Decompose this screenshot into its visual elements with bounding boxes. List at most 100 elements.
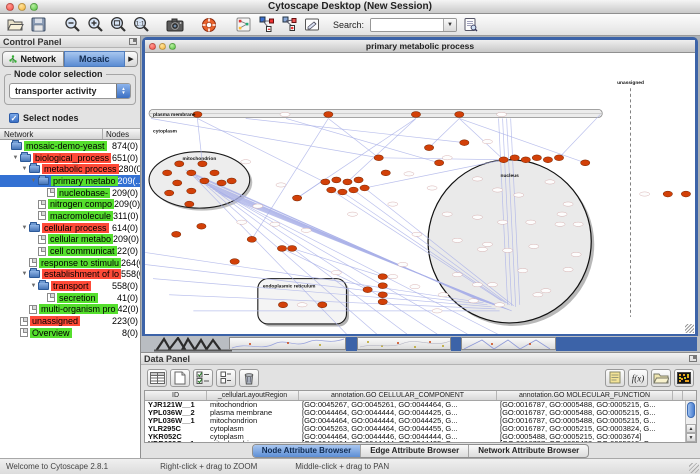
graph-node[interactable] [363, 287, 372, 293]
graph-node-small[interactable] [432, 309, 442, 313]
graph-node-small[interactable] [518, 268, 528, 272]
expand-arrow-icon[interactable]: ▼ [20, 225, 29, 231]
graph-node-small[interactable] [526, 220, 536, 224]
column-header[interactable]: _cellularLayoutRegion [207, 391, 299, 400]
graph-node[interactable] [581, 160, 590, 166]
graph-node-small[interactable] [253, 204, 263, 208]
expand-arrow-icon[interactable]: ▼ [11, 155, 20, 161]
graph-node[interactable] [424, 145, 433, 151]
tree-item[interactable]: nitrogen compo209(0) [0, 198, 140, 210]
graph-node-small[interactable] [237, 220, 247, 224]
graph-node-small[interactable] [280, 112, 290, 116]
float-panel-icon[interactable] [129, 38, 137, 45]
graph-node[interactable] [349, 187, 358, 193]
graph-node-small[interactable] [493, 188, 503, 192]
column-header[interactable]: annotation.GO CELLULAR_COMPONENT [299, 391, 497, 400]
graph-node[interactable] [338, 189, 347, 195]
graph-node-small[interactable] [398, 262, 408, 266]
graph-node-small[interactable] [503, 248, 513, 252]
network-window-titlebar[interactable]: primary metabolic process [145, 40, 695, 53]
graph-node[interactable] [173, 180, 182, 186]
tree-item[interactable]: cell communicat22(0) [0, 245, 140, 257]
graph-node-small[interactable] [452, 272, 462, 276]
graph-node-small[interactable] [573, 222, 583, 226]
scrollbar-thumb[interactable] [687, 402, 695, 418]
graph-node-small[interactable] [498, 220, 508, 224]
graph-node[interactable] [324, 112, 333, 118]
search-input[interactable] [371, 19, 443, 31]
graph-node[interactable] [292, 195, 301, 201]
tree-item[interactable]: ▼transport558(0) [0, 280, 140, 292]
graph-node[interactable] [460, 140, 469, 146]
graph-node[interactable] [378, 274, 387, 280]
node-color-dropdown[interactable]: transporter activity ▲▼ [9, 83, 131, 99]
save-icon[interactable] [28, 16, 48, 34]
graph-node[interactable] [165, 190, 174, 196]
tree-item[interactable]: cellular metabo209(0) [0, 234, 140, 246]
background-window-edge[interactable] [451, 337, 461, 351]
graph-node[interactable] [332, 177, 341, 183]
graph-node-small[interactable] [472, 283, 482, 287]
graph-node-small[interactable] [331, 270, 341, 274]
tree-item[interactable]: unassigned223(0) [0, 315, 140, 327]
graph-node-small[interactable] [482, 140, 492, 144]
tree-item[interactable]: Overview8(0) [0, 327, 140, 339]
graph-node-small[interactable] [347, 212, 357, 216]
graph-node-small[interactable] [388, 275, 398, 279]
graph-node[interactable] [197, 223, 206, 229]
expand-arrow-icon[interactable]: ▼ [20, 166, 29, 172]
column-header[interactable]: ID [145, 391, 207, 400]
graph-node-small[interactable] [563, 202, 573, 206]
annotation-icon[interactable] [302, 16, 322, 34]
graph-node[interactable] [532, 155, 541, 161]
graph-node[interactable] [554, 155, 563, 161]
graph-node[interactable] [499, 157, 508, 163]
function-builder-icon[interactable]: f(x) [628, 369, 648, 387]
graph-node[interactable] [378, 292, 387, 298]
graph-node-small[interactable] [276, 183, 286, 187]
import-file-icon[interactable] [651, 369, 671, 387]
background-window-thumbnail[interactable] [357, 337, 451, 350]
tab-node-attribute-browser[interactable]: Node Attribute Browser [253, 445, 362, 457]
graph-node-small[interactable] [404, 172, 414, 176]
scroll-down-icon[interactable]: ▼ [686, 433, 696, 442]
chevron-down-icon[interactable]: ▼ [443, 19, 456, 31]
background-window-edge[interactable] [556, 337, 697, 351]
zoom-in-icon[interactable] [85, 16, 105, 34]
network-overview-icon[interactable] [233, 16, 253, 34]
tree-item[interactable]: secretion41(0) [0, 292, 140, 304]
tree-item[interactable]: macromolecule311(0) [0, 210, 140, 222]
background-window-thumbnail[interactable] [461, 337, 556, 350]
graph-node-small[interactable] [442, 156, 452, 160]
graph-node[interactable] [343, 179, 352, 185]
new-attribute-icon[interactable] [170, 369, 190, 387]
column-header[interactable]: annotation.GO MOLECULAR_FUNCTION [497, 391, 673, 400]
graph-node[interactable] [374, 155, 383, 161]
snapshot-camera-icon[interactable] [165, 16, 185, 34]
graph-node[interactable] [287, 245, 296, 251]
tree-item[interactable]: ▼establishment of lo558(0) [0, 269, 140, 281]
network-canvas[interactable]: plasma membrane cytoplasm mitochondrion … [145, 53, 695, 334]
background-window-edge[interactable] [346, 337, 357, 351]
graph-node-small[interactable] [241, 160, 251, 164]
graph-node-small[interactable] [541, 289, 551, 293]
tab-edge-attribute-browser[interactable]: Edge Attribute Browser [361, 445, 469, 457]
zoom-fit-icon[interactable] [108, 16, 128, 34]
graph-node[interactable] [172, 231, 181, 237]
graph-node-small[interactable] [452, 238, 462, 242]
graph-node[interactable] [354, 177, 363, 183]
graph-node-small[interactable] [477, 247, 487, 251]
graph-node[interactable] [510, 155, 519, 161]
graph-node[interactable] [543, 157, 552, 163]
tree-col-network[interactable]: Network [0, 129, 103, 139]
graph-node-small[interactable] [388, 202, 398, 206]
graph-node[interactable] [187, 170, 196, 176]
graph-node-small[interactable] [497, 112, 507, 116]
graph-node[interactable] [435, 160, 444, 166]
graph-node-small[interactable] [514, 193, 524, 197]
graph-node[interactable] [277, 245, 286, 251]
graph-node-small[interactable] [442, 212, 452, 216]
tree-item[interactable]: ▼primary metabo209(... [0, 175, 140, 187]
graph-node-small[interactable] [468, 299, 478, 303]
graph-node[interactable] [163, 170, 172, 176]
